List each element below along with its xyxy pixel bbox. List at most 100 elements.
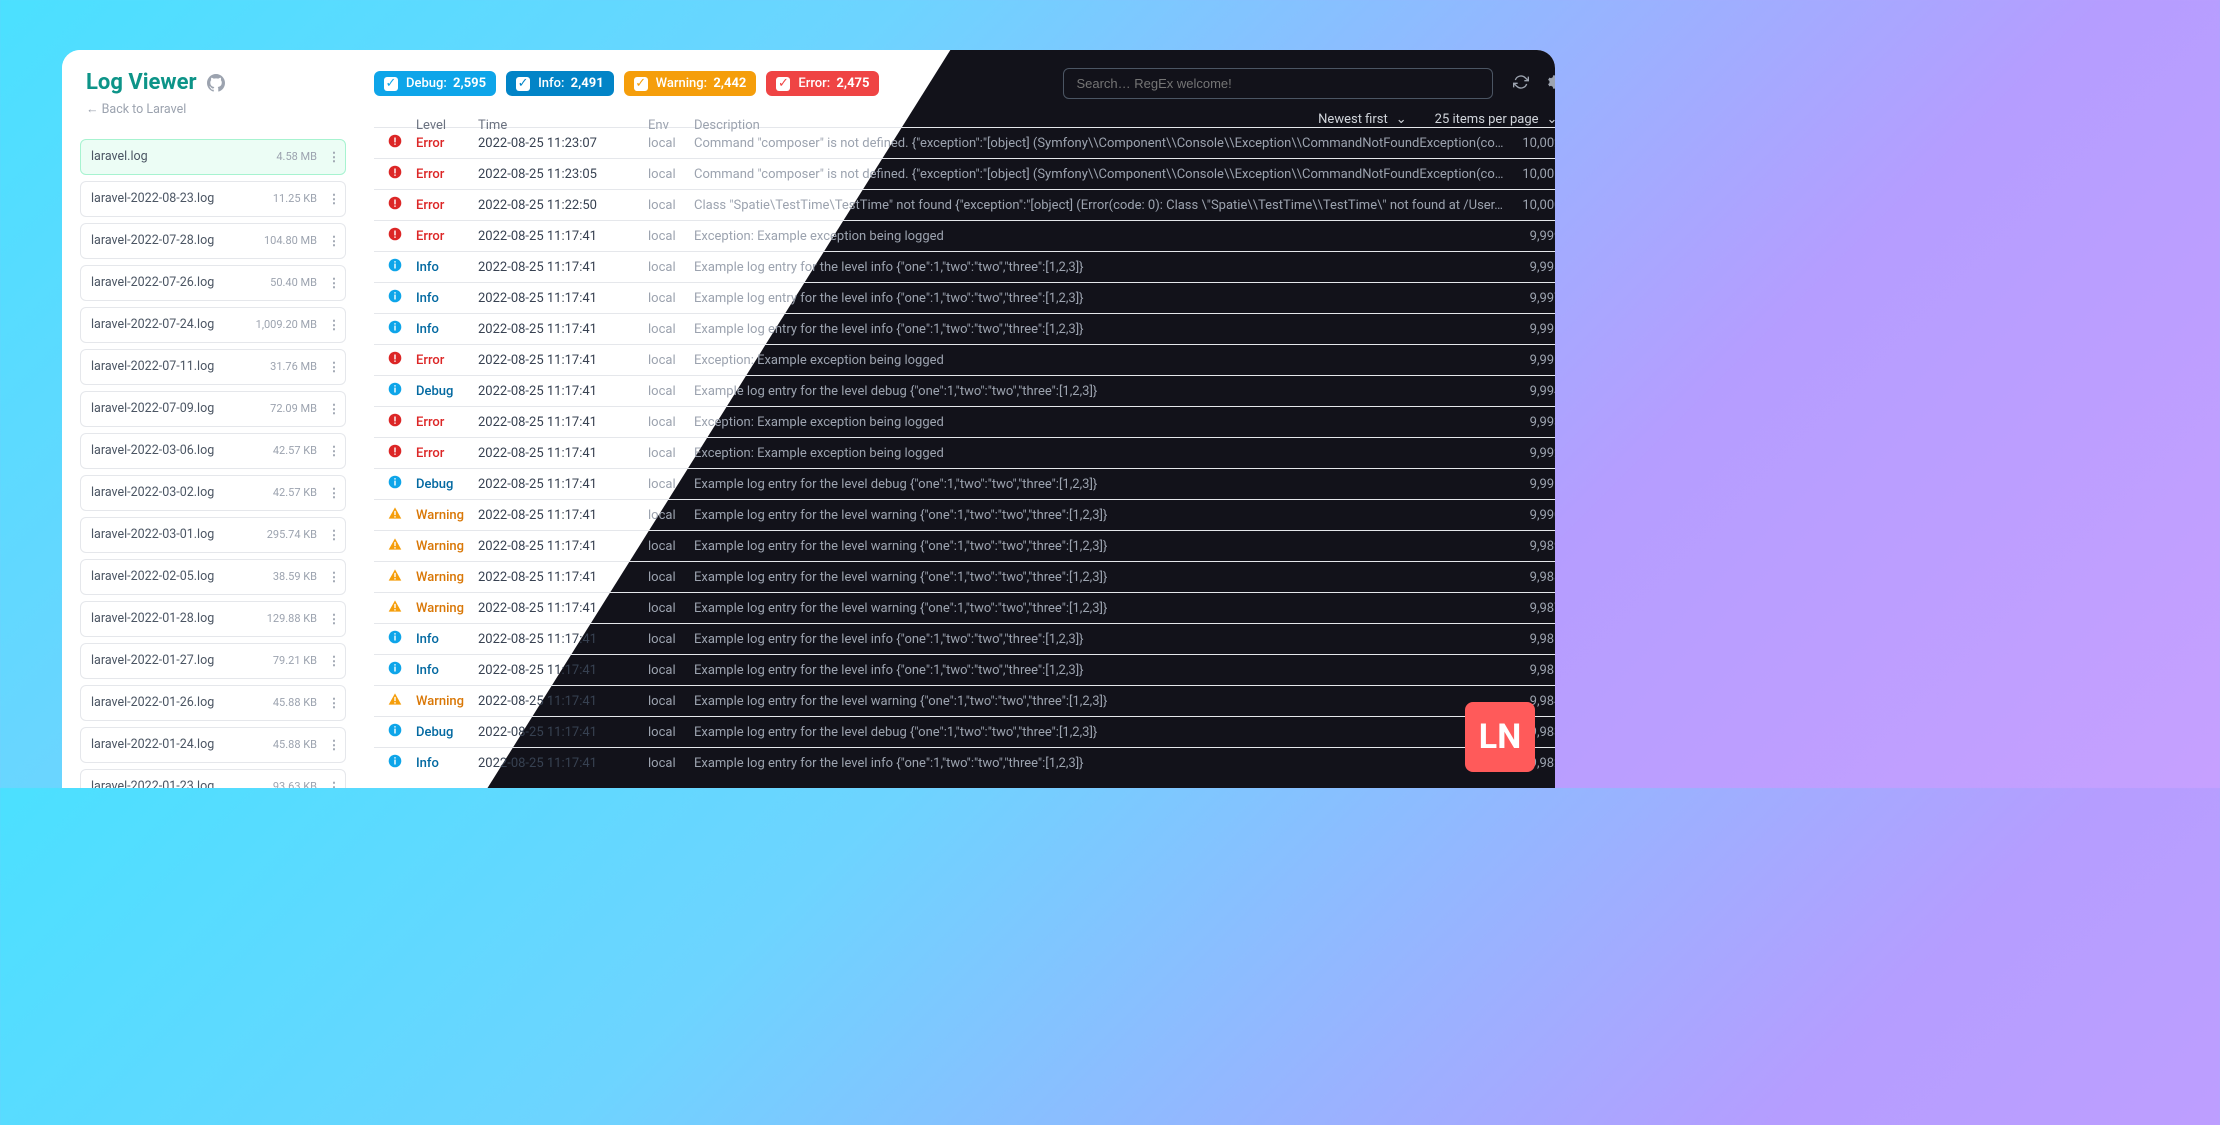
file-menu-button[interactable]: ⋮ [325,779,343,788]
log-row[interactable]: Warning2022-08-25 11:17:41localExample l… [374,530,1555,561]
file-item[interactable]: laravel-2022-07-28.log104.80 MB⋮ [80,223,346,259]
log-row[interactable]: Info2022-08-25 11:17:41localExample log … [374,282,1555,313]
file-menu-button[interactable]: ⋮ [325,149,343,165]
log-time: 2022-08-25 11:17:41 [478,477,648,492]
log-row[interactable]: Error2022-08-25 11:23:05localCommand "co… [374,158,1555,189]
log-time: 2022-08-25 11:17:41 [478,694,648,709]
file-menu-button[interactable]: ⋮ [325,275,343,291]
log-time: 2022-08-25 11:17:41 [478,632,648,647]
log-description: Example log entry for the level info {"o… [694,322,1515,337]
log-level: Error [416,415,478,430]
log-row[interactable]: Debug2022-08-25 11:17:41localExample log… [374,468,1555,499]
log-description: Exception: Example exception being logge… [694,415,1515,430]
filter-info[interactable]: ✓ Info: 2,491 [506,71,614,96]
check-icon: ✓ [634,77,648,91]
log-description: Command "composer" is not defined. {"exc… [694,136,1515,151]
log-env: local [648,415,694,430]
level-icon [374,351,416,369]
log-row[interactable]: Info2022-08-25 11:17:41localExample log … [374,251,1555,282]
level-icon [374,723,416,741]
file-item[interactable]: laravel-2022-01-26.log45.88 KB⋮ [80,685,346,721]
log-env: local [648,198,694,213]
file-menu-button[interactable]: ⋮ [325,653,343,669]
back-link[interactable]: ← Back to Laravel [86,102,346,117]
log-row[interactable]: Error2022-08-25 11:17:41localException: … [374,406,1555,437]
file-size: 38.59 KB [265,570,317,583]
file-item[interactable]: laravel-2022-01-23.log93.63 KB⋮ [80,769,346,788]
log-description: Example log entry for the level warning … [694,508,1515,523]
file-item[interactable]: laravel-2022-08-23.log11.25 KB⋮ [80,181,346,217]
log-time: 2022-08-25 11:17:41 [478,291,648,306]
log-row[interactable]: Warning2022-08-25 11:17:41localExample l… [374,561,1555,592]
file-menu-button[interactable]: ⋮ [325,359,343,375]
log-env: local [648,508,694,523]
log-env: local [648,663,694,678]
file-size: 72.09 MB [265,402,317,415]
log-level: Debug [416,384,478,399]
filter-warning[interactable]: ✓ Warning: 2,442 [624,71,757,96]
log-time: 2022-08-25 11:17:41 [478,384,648,399]
file-item[interactable]: laravel-2022-07-09.log72.09 MB⋮ [80,391,346,427]
file-menu-button[interactable]: ⋮ [325,695,343,711]
log-env: local [648,570,694,585]
log-number: 9,988 [1515,570,1555,585]
file-item[interactable]: laravel.log4.58 MB⋮ [80,139,346,175]
file-name: laravel-2022-03-01.log [91,527,265,542]
file-menu-button[interactable]: ⋮ [325,485,343,501]
log-time: 2022-08-25 11:17:41 [478,415,648,430]
sort-dropdown[interactable]: Newest first ⌄ [1318,112,1407,127]
file-item[interactable]: laravel-2022-03-01.log295.74 KB⋮ [80,517,346,553]
file-item[interactable]: laravel-2022-07-24.log1,009.20 MB⋮ [80,307,346,343]
level-icon [374,692,416,710]
log-level: Error [416,229,478,244]
refresh-icon[interactable] [1513,74,1529,94]
file-menu-button[interactable]: ⋮ [325,401,343,417]
log-row[interactable]: Info2022-08-25 11:17:41localExample log … [374,654,1555,685]
log-env: local [648,632,694,647]
log-row[interactable]: Error2022-08-25 11:17:41localException: … [374,220,1555,251]
log-number: 9,987 [1515,601,1555,616]
file-item[interactable]: laravel-2022-01-27.log79.21 KB⋮ [80,643,346,679]
file-menu-button[interactable]: ⋮ [325,233,343,249]
file-item[interactable]: laravel-2022-07-26.log50.40 MB ⋮ [80,265,346,301]
log-row[interactable]: Error2022-08-25 11:22:50localClass "Spat… [374,189,1555,220]
file-item[interactable]: laravel-2022-01-28.log129.88 KB⋮ [80,601,346,637]
log-row[interactable]: Info2022-08-25 11:17:41localExample log … [374,747,1555,778]
filter-error[interactable]: ✓ Error: 2,475 [766,71,879,96]
filter-debug[interactable]: ✓ Debug: 2,595 [374,71,496,96]
log-description: Example log entry for the level info {"o… [694,632,1515,647]
file-item[interactable]: laravel-2022-02-05.log38.59 KB⋮ [80,559,346,595]
file-menu-button[interactable]: ⋮ [325,527,343,543]
file-item[interactable]: laravel-2022-07-11.log31.76 MB⋮ [80,349,346,385]
file-size: 50.40 MB [265,276,317,289]
github-icon[interactable] [207,77,225,96]
settings-icon[interactable] [1545,74,1555,94]
pagesize-dropdown[interactable]: 25 items per page ⌄ [1435,112,1555,127]
log-row[interactable]: Debug2022-08-25 11:17:41localExample log… [374,375,1555,406]
log-level: Error [416,446,478,461]
file-item[interactable]: laravel-2022-01-24.log45.88 KB⋮ [80,727,346,763]
log-level: Warning [416,694,478,709]
log-row[interactable]: Warning2022-08-25 11:17:41localExample l… [374,499,1555,530]
log-row[interactable]: Debug2022-08-25 11:17:41localExample log… [374,716,1555,747]
log-row[interactable]: Warning2022-08-25 11:17:41localExample l… [374,685,1555,716]
file-menu-button[interactable]: ⋮ [325,569,343,585]
log-description: Exception: Example exception being logge… [694,353,1515,368]
file-menu-button[interactable]: ⋮ [325,737,343,753]
file-name: laravel-2022-07-26.log [91,275,265,290]
log-time: 2022-08-25 11:17:41 [478,322,648,337]
file-item[interactable]: laravel-2022-03-06.log42.57 KB⋮ [80,433,346,469]
log-row[interactable]: Error2022-08-25 11:17:41localException: … [374,344,1555,375]
file-menu-button[interactable]: ⋮ [325,443,343,459]
file-menu-button[interactable]: ⋮ [325,191,343,207]
file-item[interactable]: laravel-2022-03-02.log42.57 KB⋮ [80,475,346,511]
log-row[interactable]: Error2022-08-25 11:17:41localException: … [374,437,1555,468]
file-name: laravel.log [91,149,265,164]
file-menu-button[interactable]: ⋮ [325,317,343,333]
log-row[interactable]: Info2022-08-25 11:17:41localExample log … [374,313,1555,344]
file-size: 104.80 MB [264,234,317,247]
search-input[interactable] [1063,68,1493,99]
log-row[interactable]: Warning2022-08-25 11:17:41localExample l… [374,592,1555,623]
log-row[interactable]: Info2022-08-25 11:17:41localExample log … [374,623,1555,654]
file-menu-button[interactable]: ⋮ [325,611,343,627]
